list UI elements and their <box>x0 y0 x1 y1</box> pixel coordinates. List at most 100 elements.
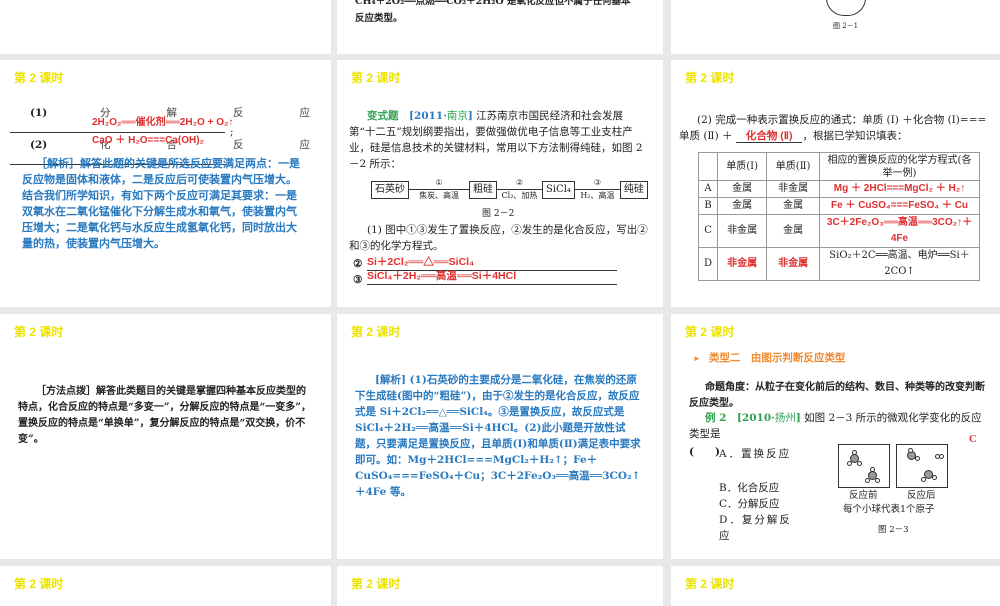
source: ] <box>467 110 473 122</box>
answer-label: ③ <box>353 274 363 286</box>
word: 反 <box>233 139 244 151</box>
example-text: 如图 2－3 所示的微观化学变化的反应类型是 <box>689 412 982 440</box>
method-tip-text: ［方法点拨］解答此类题目的关键是掌握四种基本反应类型的特点，化合反应的特点是“多… <box>18 386 312 445</box>
variant-label: 变式题 <box>367 110 399 122</box>
lesson-title: 第 2 课时 <box>685 325 735 339</box>
lesson-title: 第 2 课时 <box>685 577 735 591</box>
cell: Fe ＋ CuSO₄===FeSO₄ ＋ Cu <box>819 197 980 215</box>
cell: 非金属 <box>717 247 768 281</box>
cell: 金属 <box>717 180 768 198</box>
question-label: (1) <box>30 107 48 119</box>
answer-3: SiCl₄＋2H₂══高温══Si＋4HCl <box>367 268 617 285</box>
lesson-title: 第 2 课时 <box>14 325 64 339</box>
slide-thumbnail-4[interactable]: 第 2 课时 ［方法点拨］解答此类题目的关键是掌握四种基本反应类型的特点，化合反… <box>0 314 331 559</box>
example-label: 例 2 <box>705 412 727 424</box>
molecule-after-figure <box>896 444 948 488</box>
slide-text: CH₄＋2O₂══点燃══CO₂＋2H₂O 是氧化反应但不属于任何基本 <box>355 0 631 7</box>
step-num: ③ <box>593 178 601 187</box>
word: 反 <box>233 107 244 119</box>
cell: A <box>697 180 719 198</box>
slide-thumbnail-1[interactable]: 第 2 课时 (1) 分解反应 2H₂O₂══催化剂══2H₂O + O₂↑ ;… <box>0 60 331 307</box>
word: 应 <box>299 107 311 119</box>
slide-thumbnail-top-middle[interactable]: CH₄＋2O₂══点燃══CO₂＋2H₂O 是氧化反应但不属于任何基本 反应类型… <box>337 0 663 54</box>
cell: C <box>697 214 719 248</box>
table-row: A 金属 非金属 Mg ＋ 2HCl===MgCl₂ ＋ H₂↑ <box>697 180 980 198</box>
figure-caption: 图 2－1 <box>833 22 859 30</box>
flow-node: SiCl₄ <box>542 180 575 199</box>
slide-thumbnail-top-right[interactable]: 图 2－1 <box>671 0 1000 54</box>
lesson-title: 第 2 课时 <box>351 577 401 591</box>
cell: B <box>697 197 719 215</box>
angle-text: 命题角度：从粒子在变化前后的结构、数目、种类等的改变判断反应类型。 <box>689 382 985 409</box>
slide-text: 反应类型。 <box>355 13 403 24</box>
table-header <box>697 152 719 181</box>
flow-node: 石英砂 <box>371 180 409 199</box>
cell: 非金属 <box>766 180 820 198</box>
table-header: 相应的置换反应的化学方程式(各举一例) <box>819 152 980 181</box>
word: 应 <box>299 139 311 151</box>
source: [2010· <box>736 412 775 424</box>
cell: 非金属 <box>766 247 820 281</box>
source-city: 南京 <box>446 110 468 122</box>
flow-node: 纯硅 <box>619 180 648 199</box>
cell: 金属 <box>766 197 820 215</box>
slide-thumbnail-9[interactable]: 第 2 课时 <box>671 566 1000 606</box>
lesson-title: 第 2 课时 <box>14 577 64 591</box>
cell: Mg ＋ 2HCl===MgCl₂ ＋ H₂↑ <box>819 180 980 198</box>
slide-thumbnail-7[interactable]: 第 2 课时 <box>0 566 331 606</box>
step-cond: 焦炭、高温 <box>419 191 459 200</box>
cell: 金属 <box>717 197 768 215</box>
lesson-title: 第 2 课时 <box>14 71 64 85</box>
table-row: D 非金属 非金属 SiO₂＋2C══高温、电炉══Si＋2CO↑ <box>697 247 980 281</box>
step-num: ② <box>515 178 524 187</box>
table-header: 单质(Ⅰ) <box>717 152 768 181</box>
option-d: D．复分解反应 <box>719 514 792 542</box>
cell: SiO₂＋2C══高温、电炉══Si＋2CO↑ <box>819 247 980 281</box>
source: ] <box>795 412 801 424</box>
slide-thumbnail-top-left[interactable] <box>0 0 331 54</box>
question-label: (2) <box>30 139 48 151</box>
analysis-text: [解析] (1)石英砂的主要成分是二氧化硅，在焦炭的还原下生成硅(图中的“粗硅”… <box>355 374 641 498</box>
figure-caption: 图 2－3 <box>878 525 909 535</box>
table-row: C 非金属 金属 3C＋2Fe₂O₃══高温══3CO₂↑＋4Fe <box>697 214 980 248</box>
figure-caption: 图 2－2 <box>482 209 515 219</box>
answer-paren: ( ) <box>689 446 720 458</box>
step-cond: H₂、高温 <box>580 191 615 200</box>
option-b: B．化合反应 <box>719 482 780 494</box>
flow-node: 粗硅 <box>469 180 497 199</box>
cell: 3C＋2Fe₂O₃══高温══3CO₂↑＋4Fe <box>819 214 980 248</box>
option-a: A．置换反应 <box>719 448 792 460</box>
table-row: B 金属 金属 Fe ＋ CuSO₄===FeSO₄ ＋ Cu <box>697 197 980 215</box>
lesson-title: 第 2 课时 <box>351 71 401 85</box>
lesson-title: 第 2 课时 <box>685 71 735 85</box>
lesson-title: 第 2 课时 <box>351 325 401 339</box>
answer: C <box>969 434 977 445</box>
flask-figure <box>826 0 866 16</box>
step-num: ① <box>435 178 443 187</box>
bullet-arrow-icon: ► <box>693 354 709 363</box>
section-heading: 类型二 由图示判断反应类型 <box>708 352 846 364</box>
source-city: 扬州 <box>774 412 796 424</box>
cell: 非金属 <box>717 214 768 248</box>
question-text: (1) 图中①③发生了置换反应，②发生的是化合反应，写出②和③的化学方程式。 <box>349 224 648 252</box>
slide-thumbnail-5[interactable]: 第 2 课时 [解析] (1)石英砂的主要成分是二氧化硅，在焦炭的还原下生成硅(… <box>337 314 663 559</box>
molecule-before-figure <box>838 444 890 488</box>
process-flow: 石英砂 ① 焦炭、高温 粗硅 ② Cl₂、加热 SiCl₄ ③ H₂、高温 纯硅 <box>371 178 648 201</box>
slide-thumbnail-2[interactable]: 第 2 课时 变式题 [2011·南京] 江苏南京市国民经济和社会发展第“十二五… <box>337 60 663 307</box>
answer-1: 2H₂O₂══催化剂══2H₂O + O₂↑ <box>92 117 234 128</box>
table-header: 单质(Ⅱ) <box>766 152 820 181</box>
cell: 金属 <box>766 214 820 248</box>
answer-label: ② <box>353 258 363 270</box>
cell: D <box>697 247 719 281</box>
answer-table: 单质(Ⅰ) 单质(Ⅱ) 相应的置换反应的化学方程式(各举一例) A 金属 非金属 Mg ＋… <box>697 152 980 281</box>
blank-answer: 化合物 (Ⅱ) <box>735 130 803 143</box>
slide-thumbnail-8[interactable]: 第 2 课时 <box>337 566 663 606</box>
step-cond: Cl₂、加热 <box>501 191 538 200</box>
slide-thumbnail-6[interactable]: 第 2 课时 ► 类型二 由图示判断反应类型 命题角度：从粒子在变化前后的结构、… <box>671 314 1000 559</box>
slide-thumbnail-3[interactable]: 第 2 课时 (2) 完成一种表示置换反应的通式：单质 (Ⅰ) ＋化合物 (Ⅰ)… <box>671 60 1000 307</box>
question-text: ，根据已学知识填表： <box>802 130 908 142</box>
answer-2: CaO ＋ H₂O===Ca(OH)₂ <box>92 135 204 146</box>
analysis-text: ［解析］解答此题的关键是所选反应要满足两点：一是反应物是固体和液体，二是反应后可… <box>22 157 300 250</box>
figure-note: 每个小球代表1个原子 <box>843 504 935 515</box>
option-c: C．分解反应 <box>719 498 780 510</box>
